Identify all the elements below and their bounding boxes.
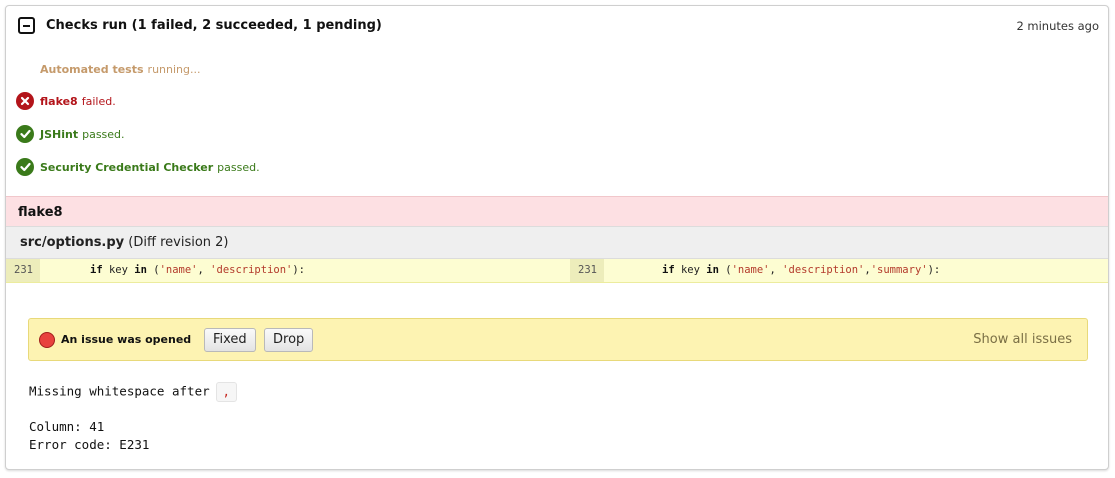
checks-timestamp: 2 minutes ago <box>1016 19 1099 33</box>
drop-button[interactable]: Drop <box>264 328 314 352</box>
checks-summary-title: Checks run (1 failed, 2 succeeded, 1 pen… <box>46 18 382 33</box>
diff-line-row: 231 if key in ('name', 'description'): 2… <box>6 259 1108 283</box>
diff-revision: (Diff revision 2) <box>128 235 229 250</box>
check-name: JSHint <box>40 127 79 141</box>
passed-check-icon <box>16 158 34 176</box>
check-item-automated-tests: Automated tests running... <box>40 59 200 79</box>
check-item-security-credential-checker: Security Credential Checker passed. <box>16 157 260 177</box>
right-code-line: if key in ('name', 'description','summar… <box>662 264 941 276</box>
issue-message: Missing whitespace after, <box>29 382 237 402</box>
left-code-line: if key in ('name', 'description'): <box>90 264 306 276</box>
check-name: Automated tests <box>40 62 144 76</box>
check-status-text: failed. <box>81 94 116 108</box>
check-status-text: passed. <box>82 127 125 141</box>
issue-status-bar: An issue was opened Fixed Drop Show all … <box>28 318 1088 361</box>
left-line-number[interactable]: 231 <box>6 259 40 282</box>
collapse-toggle-button[interactable] <box>18 17 35 34</box>
check-item-flake8: flake8 failed. <box>16 91 116 111</box>
tool-name-header: flake8 <box>6 196 1108 226</box>
issue-inline-code: , <box>215 382 237 402</box>
review-checks-card: Checks run (1 failed, 2 succeeded, 1 pen… <box>5 5 1109 470</box>
file-header: src/options.py (Diff revision 2) <box>6 226 1108 259</box>
check-status-text: passed. <box>217 160 260 174</box>
open-issue-icon <box>39 332 55 348</box>
check-name: Security Credential Checker <box>40 160 214 174</box>
show-all-issues-link[interactable]: Show all issues <box>973 332 1072 347</box>
file-path[interactable]: src/options.py <box>20 235 124 250</box>
issue-message-text: Missing whitespace after <box>29 383 210 399</box>
fixed-button[interactable]: Fixed <box>204 328 256 352</box>
check-status-text: running... <box>147 62 201 76</box>
check-item-jshint: JSHint passed. <box>16 124 125 144</box>
checks-header: Checks run (1 failed, 2 succeeded, 1 pen… <box>6 6 1108 46</box>
issue-status-label: An issue was opened <box>61 333 192 346</box>
check-name: flake8 <box>40 94 78 108</box>
failed-x-icon <box>16 92 34 110</box>
issue-error-code: Error code: E231 <box>29 437 150 452</box>
issue-column: Column: 41 <box>29 419 105 434</box>
passed-check-icon <box>16 125 34 143</box>
right-line-number[interactable]: 231 <box>570 259 604 282</box>
